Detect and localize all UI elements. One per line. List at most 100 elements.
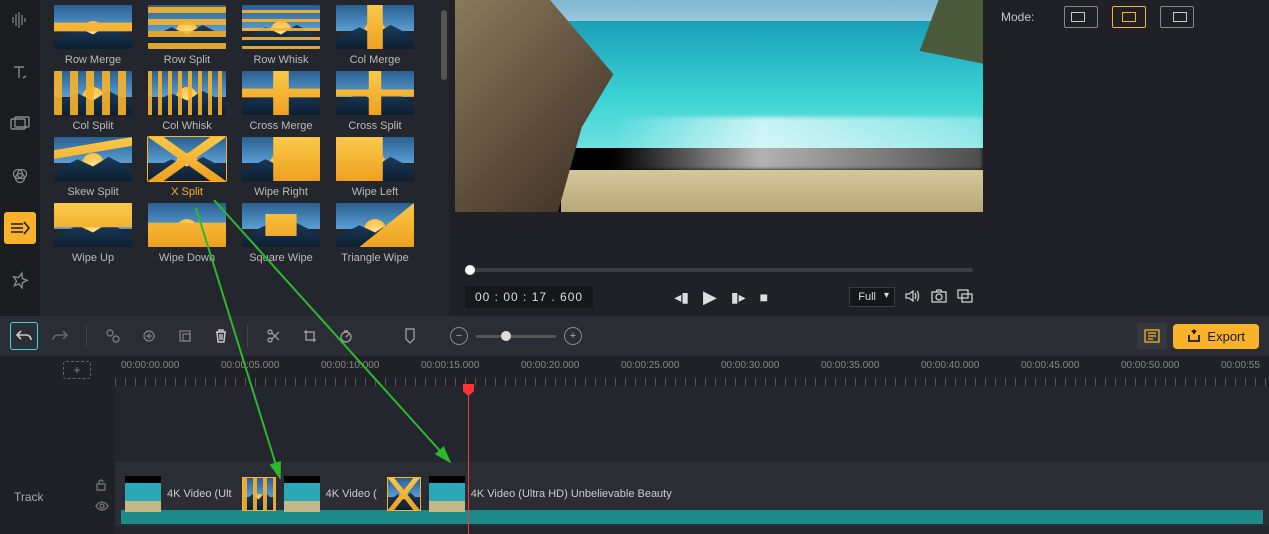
transition-cross-split[interactable]: Cross Split — [332, 70, 418, 132]
transition-wipe-left[interactable]: Wipe Left — [332, 136, 418, 198]
add-track-button[interactable]: + — [63, 361, 91, 379]
track-label: Track — [14, 490, 44, 504]
video-clip[interactable]: 4K Video (Ult — [121, 469, 238, 519]
ruler-mark: 00:00:35.000 — [821, 360, 879, 371]
transition-label: Cross Split — [348, 120, 401, 132]
transition-label: Square Wipe — [249, 252, 313, 264]
stop-button[interactable]: ■ — [760, 289, 768, 305]
lock-icon[interactable] — [95, 479, 109, 494]
transition-row-whisk[interactable]: Row Whisk — [238, 4, 324, 66]
tool-icon-2[interactable] — [135, 322, 163, 350]
clip-title: 4K Video ( — [326, 488, 377, 500]
mode-label: Mode: — [1001, 10, 1034, 24]
zoom-out-button[interactable]: − — [450, 327, 468, 345]
filter-tab-icon[interactable] — [4, 160, 36, 192]
transition-marker[interactable] — [387, 477, 421, 511]
zoom-slider[interactable]: − + — [450, 327, 582, 345]
ruler-mark: 00:00:50.000 — [1121, 360, 1179, 371]
fullscreen-icon[interactable] — [957, 289, 973, 306]
snapshot-icon[interactable] — [931, 289, 947, 306]
transition-label: Skew Split — [67, 186, 118, 198]
video-clip[interactable]: 4K Video (Ultra HD) Unbelievable Beauty — [425, 469, 678, 519]
transition-col-split[interactable]: Col Split — [50, 70, 136, 132]
export-label: Export — [1207, 329, 1245, 344]
transition-col-merge[interactable]: Col Merge — [332, 4, 418, 66]
volume-icon[interactable] — [905, 289, 921, 306]
mode-option-2[interactable] — [1112, 6, 1146, 28]
clip-title: 4K Video (Ultra HD) Unbelievable Beauty — [471, 488, 672, 500]
timeline-toolbar: − + Export — [0, 316, 1269, 356]
ruler-mark: 00:00:15.000 — [421, 360, 479, 371]
timeline-ruler[interactable]: 00:00:00.00000:00:05.00000:00:10.00000:0… — [115, 356, 1269, 386]
transition-label: Triangle Wipe — [341, 252, 408, 264]
transition-square-wipe[interactable]: Square Wipe — [238, 202, 324, 264]
clip-thumbnail — [284, 476, 320, 512]
next-frame-button[interactable]: ▮▸ — [731, 289, 746, 306]
ruler-mark: 00:00:05.000 — [221, 360, 279, 371]
text-tab-icon[interactable] — [4, 56, 36, 88]
timecode-display: 00 : 00 : 17 . 600 — [465, 286, 593, 308]
timeline: + Track 00:00:00.00000:00:05.00000:00:10… — [0, 356, 1269, 534]
resolution-select[interactable]: Full — [849, 287, 895, 307]
properties-panel: Mode: — [989, 0, 1269, 316]
tool-icon-3[interactable] — [171, 322, 199, 350]
transition-label: Col Split — [73, 120, 114, 132]
transition-row-merge[interactable]: Row Merge — [50, 4, 136, 66]
transition-col-whisk[interactable]: Col Whisk — [144, 70, 230, 132]
delete-button[interactable] — [207, 322, 235, 350]
transition-tab-icon[interactable] — [4, 212, 36, 244]
transition-label: Row Merge — [65, 54, 121, 66]
transition-label: X Split — [171, 186, 203, 198]
render-settings-button[interactable] — [1137, 323, 1167, 349]
ruler-mark: 00:00:20.000 — [521, 360, 579, 371]
marker-button[interactable] — [396, 322, 424, 350]
redo-button[interactable] — [46, 322, 74, 350]
transition-marker[interactable] — [242, 477, 276, 511]
ruler-mark: 00:00:40.000 — [921, 360, 979, 371]
video-clip[interactable]: 4K Video ( — [280, 469, 383, 519]
overlay-tab-icon[interactable] — [4, 108, 36, 140]
element-tab-icon[interactable] — [4, 264, 36, 296]
transition-cross-merge[interactable]: Cross Merge — [238, 70, 324, 132]
speed-button[interactable] — [332, 322, 360, 350]
transition-label: Cross Merge — [250, 120, 313, 132]
visibility-icon[interactable] — [95, 500, 109, 514]
transition-wipe-down[interactable]: Wipe Down — [144, 202, 230, 264]
ruler-mark: 00:00:10.000 — [321, 360, 379, 371]
transition-wipe-right[interactable]: Wipe Right — [238, 136, 324, 198]
transition-label: Row Whisk — [253, 54, 308, 66]
play-button[interactable]: ▶ — [703, 287, 717, 308]
preview-progress[interactable] — [465, 268, 973, 272]
transitions-panel: Row Merge Row Split Row Whisk Col Merge … — [40, 0, 449, 316]
transition-label: Col Whisk — [162, 120, 212, 132]
transition-label: Row Split — [164, 54, 210, 66]
effects-scrollbar[interactable] — [441, 10, 447, 80]
ruler-mark: 00:00:55 — [1221, 360, 1260, 371]
mode-option-1[interactable] — [1064, 6, 1098, 28]
ruler-mark: 00:00:25.000 — [621, 360, 679, 371]
transition-row-split[interactable]: Row Split — [144, 4, 230, 66]
transition-triangle-wipe[interactable]: Triangle Wipe — [332, 202, 418, 264]
mode-option-3[interactable] — [1160, 6, 1194, 28]
export-button[interactable]: Export — [1173, 324, 1259, 349]
undo-button[interactable] — [10, 322, 38, 350]
transition-skew-split[interactable]: Skew Split — [50, 136, 136, 198]
audio-tab-icon[interactable] — [4, 4, 36, 36]
zoom-in-button[interactable]: + — [564, 327, 582, 345]
clip-thumbnail — [125, 476, 161, 512]
clip-thumbnail — [429, 476, 465, 512]
transition-label: Wipe Up — [72, 252, 114, 264]
tool-sidebar — [0, 0, 40, 316]
split-button[interactable] — [260, 322, 288, 350]
transition-wipe-up[interactable]: Wipe Up — [50, 202, 136, 264]
prev-frame-button[interactable]: ◂▮ — [674, 289, 689, 306]
transition-x-split[interactable]: X Split — [144, 136, 230, 198]
transition-label: Wipe Left — [352, 186, 398, 198]
tool-icon-1[interactable] — [99, 322, 127, 350]
transition-label: Wipe Down — [159, 252, 215, 264]
playhead[interactable] — [468, 386, 469, 534]
clip-title: 4K Video (Ult — [167, 488, 232, 500]
crop-button[interactable] — [296, 322, 324, 350]
transition-label: Wipe Right — [254, 186, 308, 198]
preview-panel: 00 : 00 : 17 . 600 ◂▮ ▶ ▮▸ ■ Full — [449, 0, 989, 316]
